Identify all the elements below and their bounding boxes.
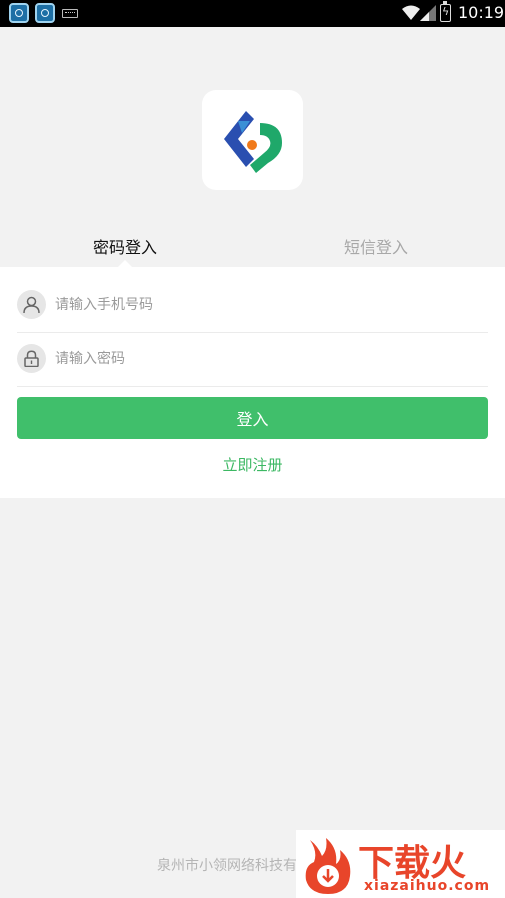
login-form-panel: 登入 立即注册 (0, 267, 505, 498)
company-footer: 泉州市小领网络科技有 (157, 858, 297, 874)
lock-icon (17, 344, 46, 373)
app-notification-icon (35, 3, 55, 23)
password-input[interactable] (55, 347, 475, 371)
watermark-domain: xiazaihuo.com (364, 878, 491, 894)
signal-icon (420, 5, 436, 21)
phone-field (17, 285, 488, 333)
register-link[interactable]: 立即注册 (0, 454, 505, 475)
app-notification-icon (9, 3, 29, 23)
status-time: 10:19 (458, 3, 505, 22)
battery-icon: ϟ (440, 1, 451, 22)
app-logo-icon (224, 111, 282, 173)
login-button[interactable]: 登入 (17, 397, 488, 439)
watermark: 下载火 xiazaihuo.com (296, 830, 505, 898)
user-icon (17, 290, 46, 319)
tab-sms-login[interactable]: 短信登入 (344, 234, 408, 258)
active-tab-indicator (118, 260, 132, 267)
tab-password-login[interactable]: 密码登入 (93, 234, 157, 258)
password-field (17, 339, 488, 387)
phone-input[interactable] (55, 293, 475, 317)
keyboard-icon (62, 9, 78, 18)
flame-logo-icon (305, 838, 351, 894)
wifi-icon (402, 5, 420, 20)
app-logo (202, 90, 303, 190)
status-bar: ϟ 10:19 (0, 0, 505, 27)
